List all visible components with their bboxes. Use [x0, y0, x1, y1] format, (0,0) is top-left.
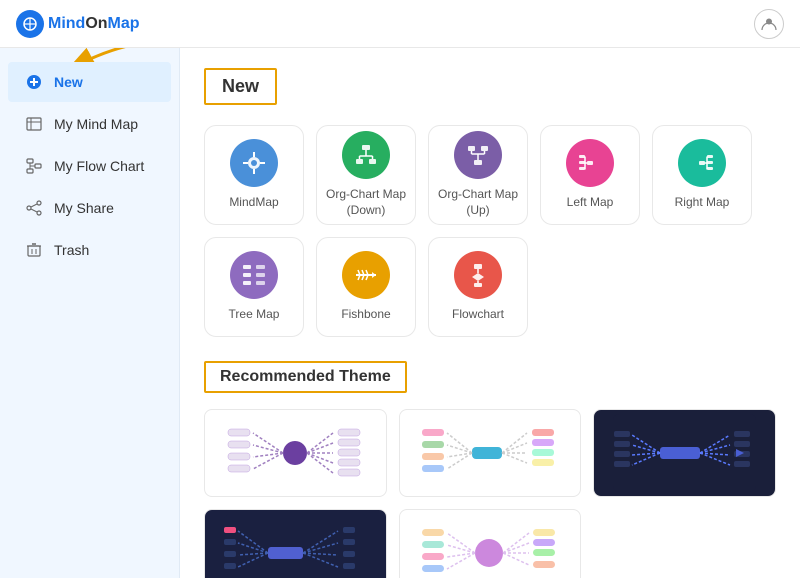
fishbone-label: Fishbone: [341, 307, 390, 323]
treemap-label: Tree Map: [229, 307, 280, 323]
orgdown-label: Org-Chart Map(Down): [326, 187, 406, 218]
recommended-theme-title: Recommended Theme: [204, 361, 407, 393]
sidebar-item-new-label: New: [54, 74, 83, 90]
logo: MindOnMap: [16, 10, 140, 38]
orgdown-icon-circle: [342, 131, 390, 179]
sidebar-item-mymindmap-label: My Mind Map: [54, 116, 138, 132]
treemap-icon-circle: [230, 251, 278, 299]
plus-icon: [24, 72, 44, 92]
sidebar-item-mymindmap[interactable]: My Mind Map: [8, 104, 171, 144]
trash-icon: [24, 240, 44, 260]
sidebar-item-myflowchart[interactable]: My Flow Chart: [8, 146, 171, 186]
leftmap-card[interactable]: Left Map: [540, 125, 640, 225]
rightmap-label: Right Map: [675, 195, 730, 211]
theme-card-2[interactable]: [399, 409, 582, 497]
orgdown-card[interactable]: Org-Chart Map(Down): [316, 125, 416, 225]
fishbone-card[interactable]: Fishbone: [316, 237, 416, 337]
sidebar-item-new[interactable]: New: [8, 62, 171, 102]
theme-card-4[interactable]: [204, 509, 387, 578]
new-section: New MindMap: [204, 68, 776, 337]
content-area: New MindMap: [180, 48, 800, 578]
mindmap-icon-circle: [230, 139, 278, 187]
orgup-icon-circle: [454, 131, 502, 179]
sidebar-item-trash[interactable]: Trash: [8, 230, 171, 270]
treemap-card[interactable]: Tree Map: [204, 237, 304, 337]
theme-card-3[interactable]: [593, 409, 776, 497]
leftmap-icon-circle: [566, 139, 614, 187]
recommended-theme-section: Recommended Theme: [204, 361, 776, 578]
rightmap-icon-circle: [678, 139, 726, 187]
leftmap-label: Left Map: [567, 195, 614, 211]
new-section-title: New: [204, 68, 277, 105]
orgup-card[interactable]: Org-Chart Map (Up): [428, 125, 528, 225]
logo-icon: [16, 10, 44, 38]
main-layout: New My Mind Map: [0, 48, 800, 578]
orgup-label: Org-Chart Map (Up): [429, 187, 527, 218]
mindmap-label: MindMap: [229, 195, 278, 211]
flowchart-label: Flowchart: [452, 307, 504, 323]
sidebar-item-myshare[interactable]: My Share: [8, 188, 171, 228]
sidebar-item-trash-label: Trash: [54, 242, 89, 258]
fishbone-icon-circle: [342, 251, 390, 299]
mindmap-card[interactable]: MindMap: [204, 125, 304, 225]
flowchart-card[interactable]: Flowchart: [428, 237, 528, 337]
sidebar-item-myflowchart-label: My Flow Chart: [54, 158, 144, 174]
theme-card-1[interactable]: [204, 409, 387, 497]
user-icon[interactable]: [754, 9, 784, 39]
theme-card-5[interactable]: [399, 509, 582, 578]
share-icon: [24, 198, 44, 218]
flowchart-icon-circle: [454, 251, 502, 299]
sidebar-item-myshare-label: My Share: [54, 200, 114, 216]
header: MindOnMap: [0, 0, 800, 48]
map-grid: MindMap O: [204, 125, 776, 337]
mindmap-sidebar-icon: [24, 114, 44, 134]
flowchart-sidebar-icon: [24, 156, 44, 176]
sidebar: New My Mind Map: [0, 48, 180, 578]
rightmap-card[interactable]: Right Map: [652, 125, 752, 225]
theme-grid: [204, 409, 776, 578]
